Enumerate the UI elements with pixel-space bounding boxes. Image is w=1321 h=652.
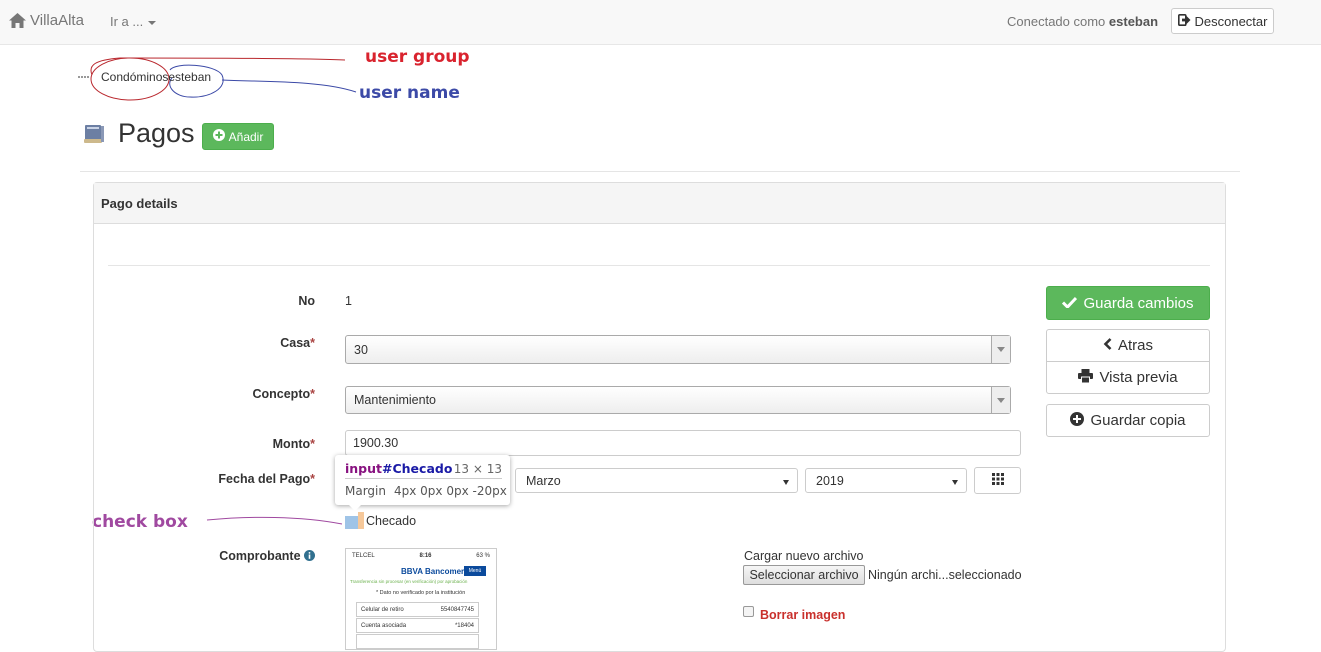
monto-label-text: Monto (272, 437, 311, 451)
caret-down-icon (952, 480, 958, 485)
annotation-user-name: user name (359, 83, 460, 103)
panel-divider (108, 265, 1210, 266)
fecha-month-select[interactable]: Marzo (515, 468, 798, 493)
tooltip-size: 13 × 13 (453, 462, 502, 476)
required-mark: * (310, 437, 315, 451)
casa-select[interactable]: 30 (345, 335, 1011, 364)
borrar-imagen-checkbox[interactable] (743, 606, 754, 617)
preview-button[interactable]: Vista previa (1046, 361, 1210, 394)
receipt-battery: 63 % (476, 553, 490, 559)
plus-circle-icon (212, 129, 225, 144)
grid-icon (991, 472, 1004, 489)
page-title: Pagos (118, 118, 195, 148)
receipt-row-value: 5540847745 (440, 606, 474, 613)
plus-circle-icon (1070, 411, 1085, 430)
receipt-bank: BBVA Bancomer (401, 567, 465, 576)
required-mark: * (310, 336, 315, 350)
divider (80, 171, 1240, 172)
receipt-row: Celular de retiro 5540847745 (356, 602, 479, 617)
info-icon[interactable] (304, 550, 315, 564)
add-button[interactable]: Añadir (202, 123, 274, 150)
upload-label: Cargar nuevo archivo (744, 549, 864, 563)
preview-label: Vista previa (1099, 369, 1178, 386)
receipt-row (356, 634, 479, 649)
back-button[interactable]: Atras (1046, 329, 1210, 362)
annotation-user-group: user group (365, 47, 470, 67)
casa-label: Casa* (155, 336, 315, 350)
save-copy-button[interactable]: Guardar copia (1046, 404, 1210, 437)
receipt-row-value: *18404 (454, 622, 474, 629)
receipt-row-label: Cuenta asociada (361, 622, 407, 629)
tooltip-arrow (349, 505, 361, 511)
fecha-month-value: Marzo (526, 473, 561, 488)
receipt-row: Cuenta asociada *18404 (356, 618, 479, 633)
caret-down-icon (783, 480, 789, 485)
user-line: Condóminosesteban (101, 70, 211, 84)
receipt-time: 8:16 (419, 553, 432, 559)
devtools-tooltip: input#Checado 13 × 13 Margin 4px 0px 0px … (335, 455, 510, 511)
calendar-button[interactable] (974, 467, 1021, 494)
receipt-carrier: TELCEL (352, 553, 375, 559)
save-copy-label: Guardar copia (1090, 412, 1186, 429)
concepto-label-text: Concepto (252, 387, 311, 401)
fecha-year-select[interactable]: 2019 (805, 468, 967, 493)
required-mark: * (310, 387, 315, 401)
concepto-label: Concepto* (155, 387, 315, 401)
print-icon (1078, 368, 1094, 387)
tooltip-tag: input (345, 461, 383, 476)
user-name: esteban (168, 70, 212, 84)
monto-label: Monto* (155, 437, 315, 451)
phone-status-bar: TELCEL 8:16 63 % (352, 553, 490, 559)
back-label: Atras (1117, 337, 1153, 354)
file-status: Ningún archi...seleccionado (868, 568, 1022, 582)
receipt-row-label: Celular de retiro (361, 606, 404, 613)
checado-label: Checado (366, 514, 417, 528)
receipt-menu: Menú (464, 566, 486, 576)
chevron-left-icon (1103, 337, 1112, 354)
check-icon (1062, 295, 1078, 312)
concepto-select[interactable]: Mantenimiento (345, 386, 1011, 414)
chevron-down-icon (991, 336, 1010, 363)
concepto-value: Mantenimiento (354, 393, 436, 407)
comprobante-label: Comprobante (155, 549, 315, 564)
select-file-button[interactable]: Seleccionar archivo (743, 565, 865, 585)
no-value: 1 (345, 294, 352, 308)
tooltip-id: #Checado (382, 461, 453, 476)
monto-input[interactable]: 1900.30 (345, 430, 1021, 456)
monto-value: 1900.30 (353, 436, 399, 450)
chevron-down-icon (991, 387, 1010, 413)
checkbox-margin-highlight (358, 512, 364, 529)
fecha-label: Fecha del Pago* (155, 472, 315, 486)
panel-heading (94, 183, 1225, 224)
tooltip-margin: Margin 4px 0px 0px -20px (345, 484, 507, 498)
save-button[interactable]: Guarda cambios (1046, 286, 1210, 320)
no-label: No (298, 294, 315, 308)
fecha-year-value: 2019 (816, 473, 844, 488)
receipt-image[interactable]: TELCEL 8:16 63 % BBVA Bancomer Menú Tran… (345, 548, 497, 650)
borrar-imagen-label: Borrar imagen (760, 608, 846, 622)
add-label: Añadir (228, 129, 264, 144)
required-mark: * (310, 472, 315, 486)
receipt-tagline: Transferencia sin procesar (en verificac… (350, 579, 468, 584)
tooltip-divider (345, 478, 502, 479)
book-icon (83, 124, 105, 147)
casa-label-text: Casa (280, 336, 311, 350)
save-label: Guarda cambios (1083, 294, 1194, 312)
checado-checkbox[interactable] (345, 516, 358, 529)
tooltip-selector: input#Checado (345, 461, 452, 476)
tooltip-margin-label: Margin (345, 484, 386, 498)
comprobante-label-text: Comprobante (219, 549, 301, 563)
fecha-label-text: Fecha del Pago (218, 472, 311, 486)
tooltip-margin-value: 4px 0px 0px -20px (394, 484, 507, 498)
receipt-note: * Dato no verificado por la institución (376, 590, 466, 596)
casa-value: 30 (354, 342, 368, 357)
panel-title: Pago details (101, 196, 178, 211)
user-group: Condóminos (101, 70, 169, 84)
